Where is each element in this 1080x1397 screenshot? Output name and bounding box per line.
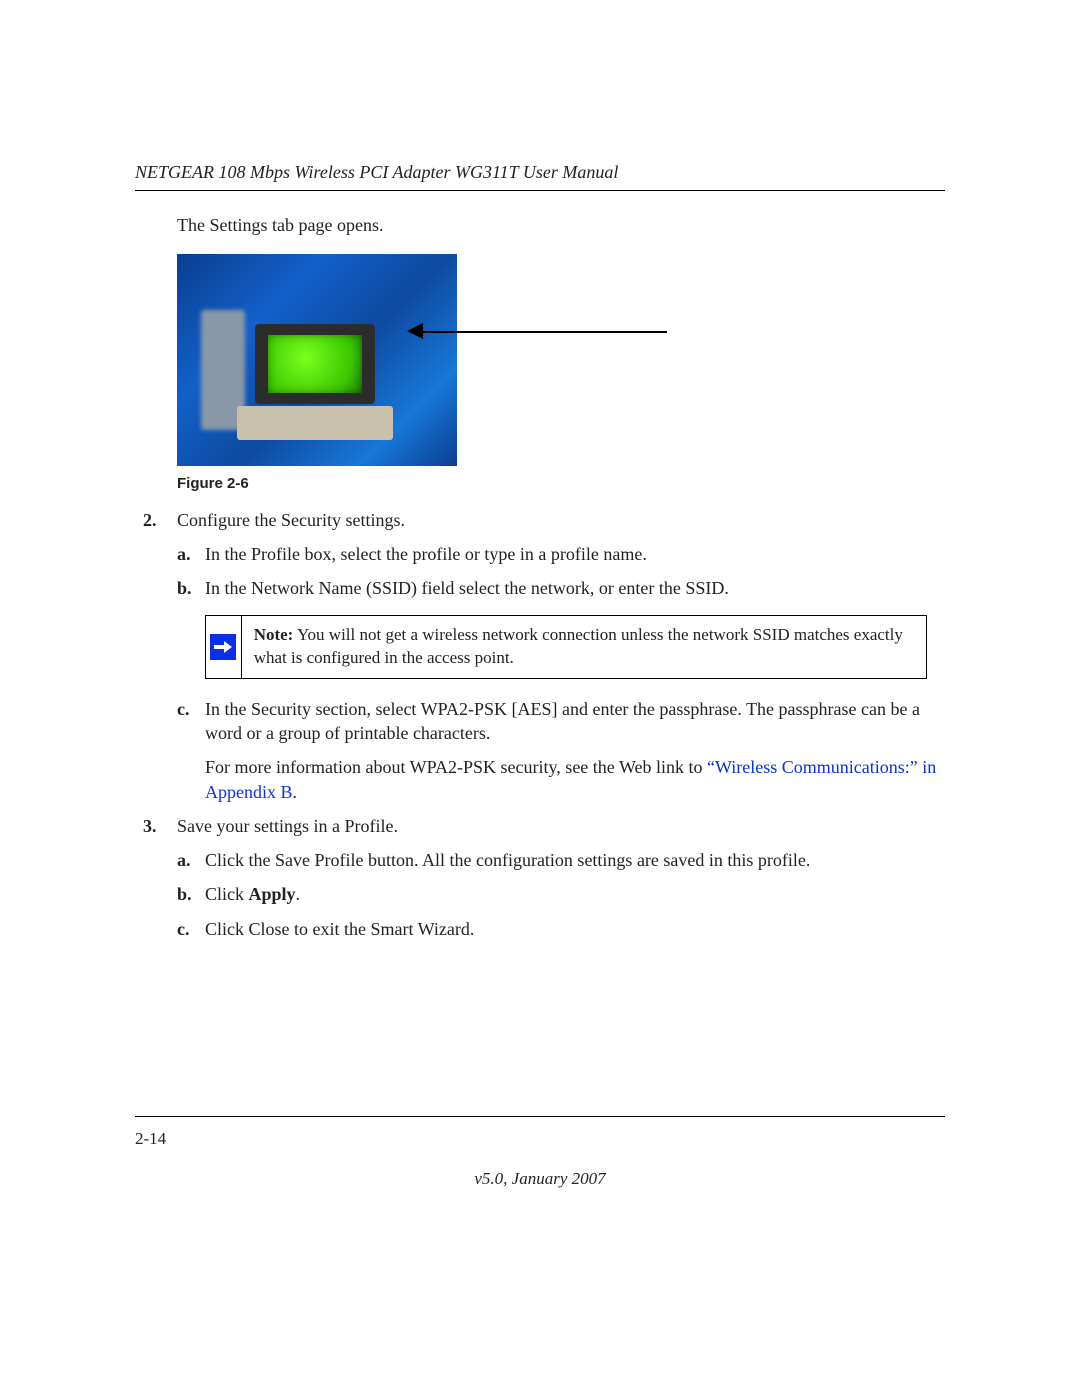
substep-letter: a. — [177, 542, 205, 566]
callout-arrow — [417, 359, 667, 360]
screenshot-image — [177, 254, 457, 466]
note-text: Note: You will not get a wireless networ… — [242, 616, 926, 678]
note-box: Note: You will not get a wireless networ… — [205, 615, 927, 679]
post: . — [296, 884, 301, 904]
substep-letter: c. — [177, 917, 205, 941]
step-text: Configure the Security settings. — [177, 508, 945, 532]
step-3c: c. Click Close to exit the Smart Wizard. — [177, 917, 945, 941]
note-body: You will not get a wireless network conn… — [254, 625, 903, 667]
figure-caption: Figure 2-6 — [177, 474, 945, 494]
arrow-right-icon — [210, 634, 236, 660]
substep-letter: b. — [177, 882, 205, 906]
substep-letter: a. — [177, 848, 205, 872]
page-number: 2-14 — [135, 1128, 166, 1151]
intro-text: The Settings tab page opens. — [177, 213, 945, 237]
step-2: 2. Configure the Security settings. — [143, 508, 945, 532]
substep-text: Click Close to exit the Smart Wizard. — [205, 917, 945, 941]
version-footer: v5.0, January 2007 — [0, 1168, 1080, 1191]
substep-text: Click Apply. — [205, 882, 945, 906]
substep-letter: b. — [177, 576, 205, 600]
step-3a: a. Click the Save Profile button. All th… — [177, 848, 945, 872]
step-2c-more: For more information about WPA2-PSK secu… — [205, 755, 945, 804]
header-rule — [135, 190, 945, 191]
note-icon-cell — [206, 616, 242, 678]
step-3: 3. Save your settings in a Profile. — [143, 814, 945, 838]
note-label: Note: — [254, 625, 294, 644]
running-header: NETGEAR 108 Mbps Wireless PCI Adapter WG… — [135, 160, 945, 184]
footer-rule — [135, 1116, 945, 1117]
substep-text: In the Security section, select WPA2-PSK… — [205, 697, 945, 746]
step-number: 3. — [143, 814, 177, 838]
step-text: Save your settings in a Profile. — [177, 814, 945, 838]
substep-text: In the Profile box, select the profile o… — [205, 542, 945, 566]
apply-word: Apply — [249, 884, 296, 904]
substep-letter: c. — [177, 697, 205, 746]
substep-text: Click the Save Profile button. All the c… — [205, 848, 945, 872]
substep-text: In the Network Name (SSID) field select … — [205, 576, 945, 600]
step-2a: a. In the Profile box, select the profil… — [177, 542, 945, 566]
figure-2-6 — [177, 254, 945, 466]
step-number: 2. — [143, 508, 177, 532]
pre: Click — [205, 884, 249, 904]
more-post: . — [293, 782, 298, 802]
manual-page: NETGEAR 108 Mbps Wireless PCI Adapter WG… — [0, 0, 1080, 1397]
step-2b: b. In the Network Name (SSID) field sele… — [177, 576, 945, 600]
more-pre: For more information about WPA2-PSK secu… — [205, 757, 707, 777]
step-3b: b. Click Apply. — [177, 882, 945, 906]
step-2c: c. In the Security section, select WPA2-… — [177, 697, 945, 746]
